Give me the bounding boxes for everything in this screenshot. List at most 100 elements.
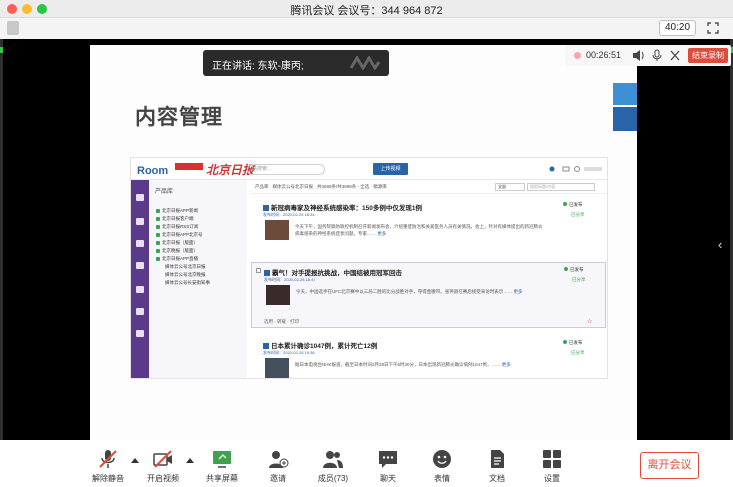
slide-blue-accent-top <box>613 83 637 105</box>
settings-button[interactable]: 设置 <box>522 449 582 485</box>
document-icon <box>491 450 504 468</box>
invite-button[interactable]: 邀请 <box>248 449 308 485</box>
cms-header: Room 北京日报 请搜索... 上传视频 <box>131 158 607 180</box>
emoji-button[interactable]: 表情 <box>412 449 472 485</box>
screen-share-icon <box>213 451 231 468</box>
tree-item: 北京日报（版面） <box>156 240 198 246</box>
card-meta: 发布时间：2020-02-28 18:47 <box>264 277 316 282</box>
cms-logo: Room <box>137 163 168 177</box>
filter-text: 产品库 · 媒体云公号北京日报 · 共3698条/共3698条 · 全选 · 稿… <box>255 184 387 189</box>
meeting-timer: 40:20 <box>659 20 696 36</box>
tree-item: 北京日报APP北京号 <box>156 232 203 238</box>
document-label: 文档 <box>489 474 505 483</box>
meeting-toolbar: 40:20 <box>0 18 733 39</box>
start-video-button[interactable]: 开启视频 <box>133 449 193 485</box>
group-icon <box>136 218 144 225</box>
tree-item: 北京日报APP直播 <box>156 256 198 262</box>
card-meta: 发布时间：2020-02-29 16:34 <box>263 212 315 217</box>
card-title: 霸气！对手提报抗挑战，中国结被用冠军回击 <box>264 267 402 277</box>
close-icon[interactable] <box>669 49 681 62</box>
members-icon <box>323 451 343 468</box>
start-video-label: 开启视频 <box>147 474 179 483</box>
content-card: 日本累计确诊1047例，累计死亡12例 发布时间：2020-02-28 19:3… <box>251 336 606 378</box>
card-status: 已发布 <box>563 202 583 208</box>
tree-header: 产品库 <box>155 189 174 195</box>
chevron-right-icon[interactable]: ‹ <box>718 237 728 252</box>
filter-search: 搜索标题/内容 <box>527 183 595 191</box>
unmute-label: 解除静音 <box>92 474 124 483</box>
members-label: 成员(73) <box>317 474 349 483</box>
chat-bubble-icon <box>136 308 144 315</box>
microphone-icon[interactable] <box>651 49 663 62</box>
cms-nav-sidebar <box>131 180 149 378</box>
slide-title: 内容管理 <box>135 106 223 129</box>
slide-blue-accent-bottom <box>613 107 637 131</box>
card-actions: 选用 · 转载 · 打印 <box>264 319 299 324</box>
window-title: 腾讯会议 会议号：344 964 872 <box>290 5 443 17</box>
card-share-status: 已分享 <box>572 277 586 282</box>
share-screen-label: 共享屏幕 <box>206 474 238 483</box>
cms-logo-room: Room <box>137 165 169 177</box>
share-screen-button[interactable]: 共享屏幕 <box>192 449 252 485</box>
fullscreen-icon[interactable] <box>707 22 719 34</box>
tree-item: 北京晚报（版面） <box>156 248 198 254</box>
card-status: 已发布 <box>563 340 583 346</box>
video-off-icon <box>153 450 172 468</box>
article-icon <box>263 205 269 212</box>
card-title: 日本累计确诊1047例，累计死亡12例 <box>263 340 377 350</box>
filter-select: 全部 <box>495 183 525 191</box>
chat-icon <box>379 451 397 468</box>
cms-brand-bar <box>175 163 203 170</box>
speaking-indicator: 正在讲话: 东软-康丙; <box>203 50 389 76</box>
copy-icon <box>136 240 144 247</box>
emoji-label: 表情 <box>434 474 450 483</box>
tree-item: 媒体云公号长安街知事 <box>165 280 210 285</box>
leave-meeting-button[interactable]: 离开会议 <box>640 452 699 479</box>
card-share-status: 已分享 <box>571 350 585 355</box>
library-icon <box>136 262 144 269</box>
speaker-icon[interactable] <box>632 49 644 62</box>
tree-item: 媒体云公号北京晚报 <box>165 272 206 277</box>
article-icon <box>264 270 270 277</box>
speaking-text: 正在讲话: 东软-康丙; <box>212 61 304 72</box>
invite-icon <box>269 451 289 468</box>
tree-item: 媒体云公号北京日报 <box>165 264 206 269</box>
card-meta: 发布时间：2020-02-28 19:38 <box>263 350 315 355</box>
share-icon <box>136 286 144 293</box>
chat-button[interactable]: 聊天 <box>358 449 418 485</box>
chat-label: 聊天 <box>380 474 396 483</box>
tree-item: 北京日报APP新闻 <box>156 208 198 214</box>
content-card: 新冠病毒家及神经系统感染率：150多例中仅发现1例 发布时间：2020-02-2… <box>251 198 606 250</box>
content-card-selected: 霸气！对手提报抗挑战，中国结被用冠军回击 发布时间：2020-02-28 18:… <box>251 262 606 328</box>
security-shield-icon[interactable] <box>7 21 19 35</box>
user-icon <box>136 194 144 201</box>
card-share-status: 已分享 <box>571 212 585 217</box>
card-title: 新冠病毒家及神经系统感染率：150多例中仅发现1例 <box>263 202 422 212</box>
card-thumbnail <box>265 358 289 378</box>
members-button[interactable]: 成员(73) <box>303 449 363 485</box>
unmute-button[interactable]: 解除静音 <box>78 449 138 485</box>
settings-icon <box>543 450 561 468</box>
left-status-indicator <box>0 47 3 53</box>
invite-label: 邀请 <box>270 474 286 483</box>
card-thumbnail <box>265 220 289 240</box>
article-icon <box>263 343 269 350</box>
document-button[interactable]: 文档 <box>467 449 527 485</box>
cms-search-input: 请搜索... <box>247 164 325 175</box>
tencent-meeting-window: 腾讯会议 会议号：344 964 872 40:20 内容管理 ‹ 正在讲话: … <box>0 0 733 487</box>
card-status: 已发布 <box>564 267 584 273</box>
speaker-wave-icon <box>349 56 381 70</box>
mic-muted-icon <box>99 450 117 468</box>
cms-product-tree: 产品库 北京日报APP新闻 北京日报客户端 北京日报RSS订阅 北京日报APP北… <box>149 180 247 378</box>
cms-upload-button: 上传视频 <box>373 163 408 175</box>
recording-bar: 00:26:51 结束录制 <box>565 45 731 66</box>
card-thumbnail <box>266 285 290 305</box>
tree-item: 北京日报客户端 <box>156 216 194 222</box>
left-edge-strip <box>0 39 3 440</box>
emoji-icon <box>433 450 451 468</box>
recording-dot-icon <box>574 52 581 59</box>
cms-filter-bar: 产品库 · 媒体云公号北京日报 · 共3698条/共3698条 · 全选 · 稿… <box>251 180 607 194</box>
cms-screenshot: Room 北京日报 请搜索... 上传视频 产品库 北京日报APP新闻 北京日报… <box>130 157 608 379</box>
stop-recording-button[interactable]: 结束录制 <box>688 48 728 63</box>
search-icon <box>136 330 144 337</box>
